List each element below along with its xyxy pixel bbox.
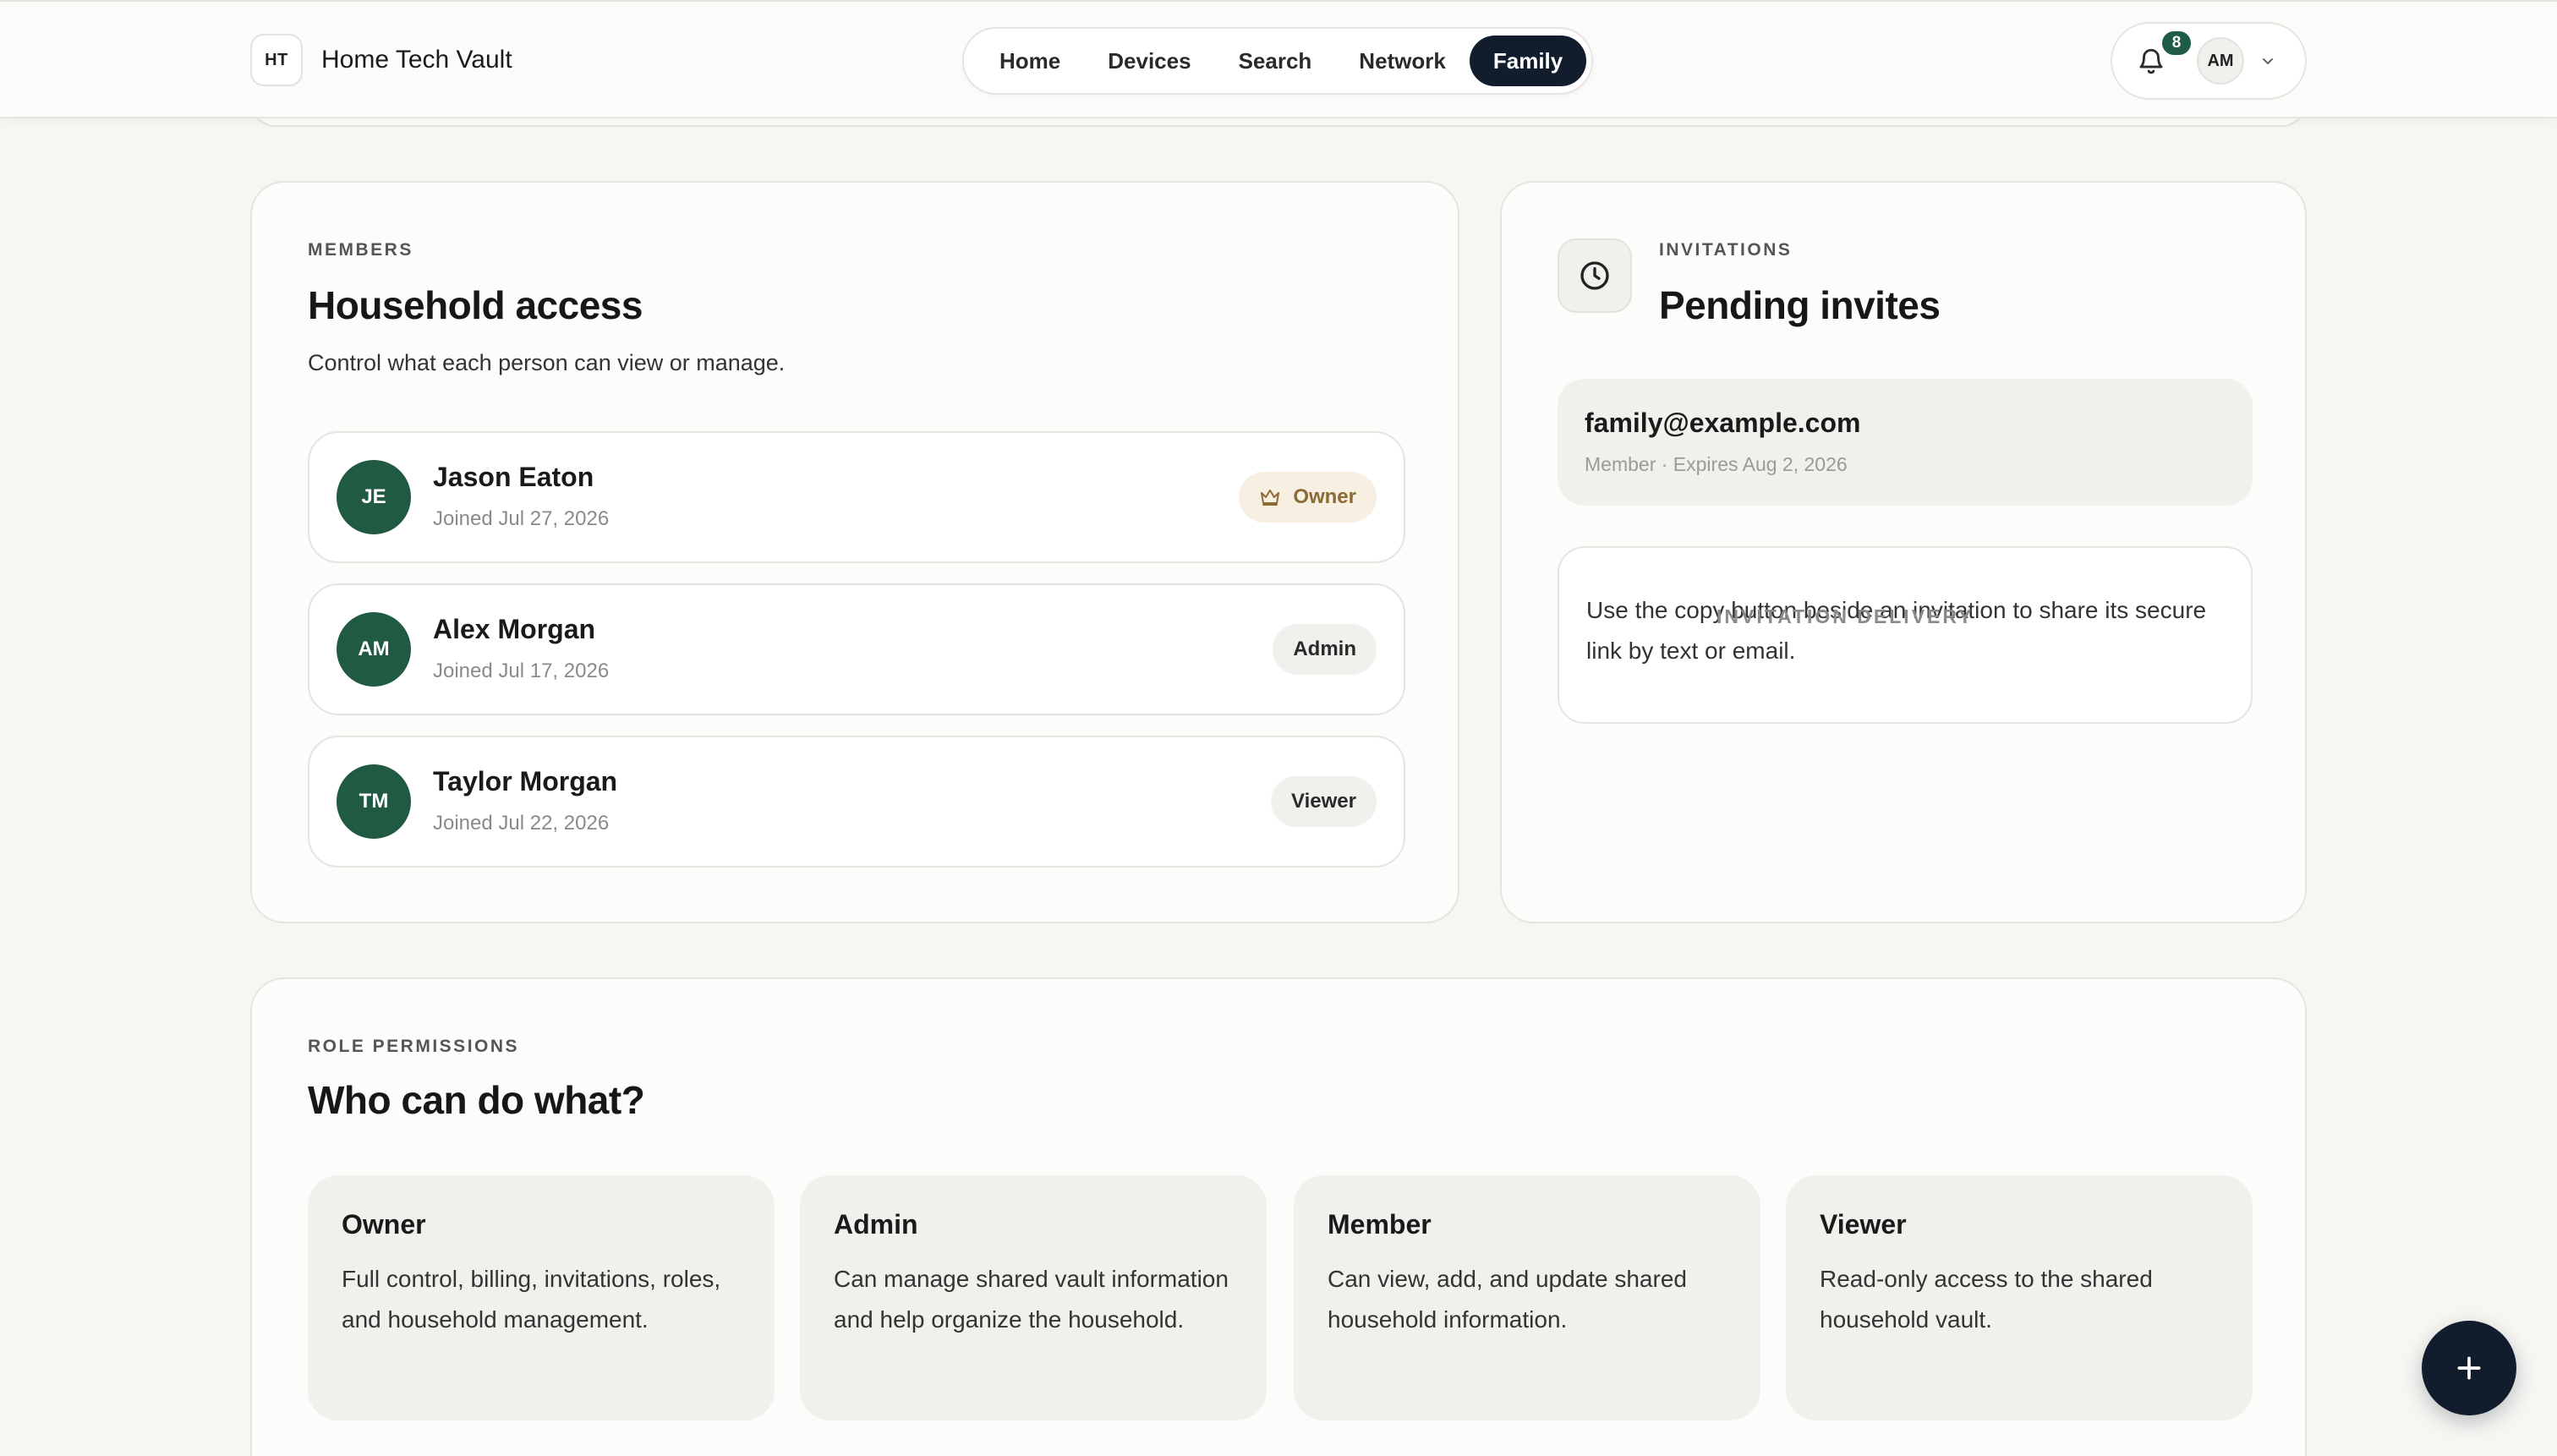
brand-name: Home Tech Vault [321,46,512,74]
role-badge-admin[interactable]: Admin [1273,624,1377,675]
member-row[interactable]: AM Alex Morgan Joined Jul 17, 2026 Admin [308,583,1405,715]
notifications-button[interactable]: 8 [2134,29,2193,78]
members-subtitle: Control what each person can view or man… [308,350,786,375]
member-joined-date: Joined Jul 17, 2026 [433,660,610,682]
nav-home[interactable]: Home [976,36,1084,86]
permission-card-viewer: Viewer Read-only access to the shared ho… [1786,1175,2253,1420]
invite-email: family@example.com [1585,408,1861,438]
permission-role-desc: Can manage shared vault information and … [834,1266,1229,1333]
add-button[interactable] [2422,1321,2516,1415]
delivery-eyebrow: INVITATION DELIVERY [1717,605,1974,627]
main-nav: Home Devices Search Network Family [962,27,1593,95]
nav-network[interactable]: Network [1335,36,1470,86]
clock-icon [1580,261,1609,290]
permission-role-title: Owner [342,1209,426,1240]
permission-role-title: Admin [834,1209,918,1240]
nav-family[interactable]: Family [1469,36,1587,86]
role-badge-owner: Owner [1239,472,1377,523]
member-joined-date: Joined Jul 27, 2026 [433,507,610,530]
members-title: Household access [308,283,643,327]
permissions-title: Who can do what? [308,1078,645,1122]
role-badge-label: Viewer [1291,790,1356,813]
member-row[interactable]: JE Jason Eaton Joined Jul 27, 2026 Owner [308,431,1405,563]
role-badge-viewer[interactable]: Viewer [1271,776,1377,827]
member-name: Jason Eaton [433,462,594,492]
invitation-delivery-note: INVITATION DELIVERY Use the copy button … [1558,546,2253,724]
role-permissions-card: ROLE PERMISSIONS Who can do what? Owner … [250,977,2307,1456]
nav-devices[interactable]: Devices [1084,36,1214,86]
member-avatar: AM [337,612,411,687]
permission-role-desc: Can view, add, and update shared househo… [1328,1266,1687,1333]
brand-logo: HT [250,34,303,86]
permission-card-member: Member Can view, add, and update shared … [1294,1175,1760,1420]
role-badge-label: Admin [1293,638,1356,660]
member-avatar: JE [337,460,411,534]
member-name: Alex Morgan [433,614,596,644]
nav-search[interactable]: Search [1215,36,1336,86]
permissions-eyebrow: ROLE PERMISSIONS [308,1037,520,1056]
member-joined-date: Joined Jul 22, 2026 [433,812,610,835]
member-name: Taylor Morgan [433,766,618,796]
delivery-text: Use the copy button beside an invitation… [1586,597,2207,664]
permission-role-title: Member [1328,1209,1432,1240]
notification-count-badge: 8 [2160,29,2193,57]
invite-meta: Member · Expires Aug 2, 2026 [1585,453,1848,475]
crown-icon [1259,488,1281,506]
member-row[interactable]: TM Taylor Morgan Joined Jul 22, 2026 Vie… [308,736,1405,868]
invitations-eyebrow: INVITATIONS [1659,240,1793,260]
user-menu[interactable]: 8 AM [2111,22,2307,100]
user-avatar[interactable]: AM [2197,37,2244,85]
invitations-icon-box [1558,238,1632,313]
permission-card-admin: Admin Can manage shared vault informatio… [800,1175,1267,1420]
pending-invite[interactable]: family@example.com Member · Expires Aug … [1558,379,2253,506]
plus-icon [2457,1356,2481,1380]
chevron-down-icon [2263,58,2273,64]
permission-role-desc: Read-only access to the shared household… [1820,1266,2153,1333]
brand[interactable]: HT Home Tech Vault [250,34,512,86]
invitations-title: Pending invites [1659,283,1941,327]
role-badge-label: Owner [1293,485,1356,508]
member-avatar: TM [337,764,411,839]
members-eyebrow: MEMBERS [308,240,413,260]
permission-card-owner: Owner Full control, billing, invitations… [308,1175,775,1420]
permission-role-title: Viewer [1820,1209,1907,1240]
permission-role-desc: Full control, billing, invitations, role… [342,1266,721,1333]
user-menu-toggle[interactable] [2258,51,2278,71]
invitations-card: INVITATIONS Pending invites family@examp… [1500,181,2307,923]
members-card: MEMBERS Household access Control what ea… [250,181,1459,923]
